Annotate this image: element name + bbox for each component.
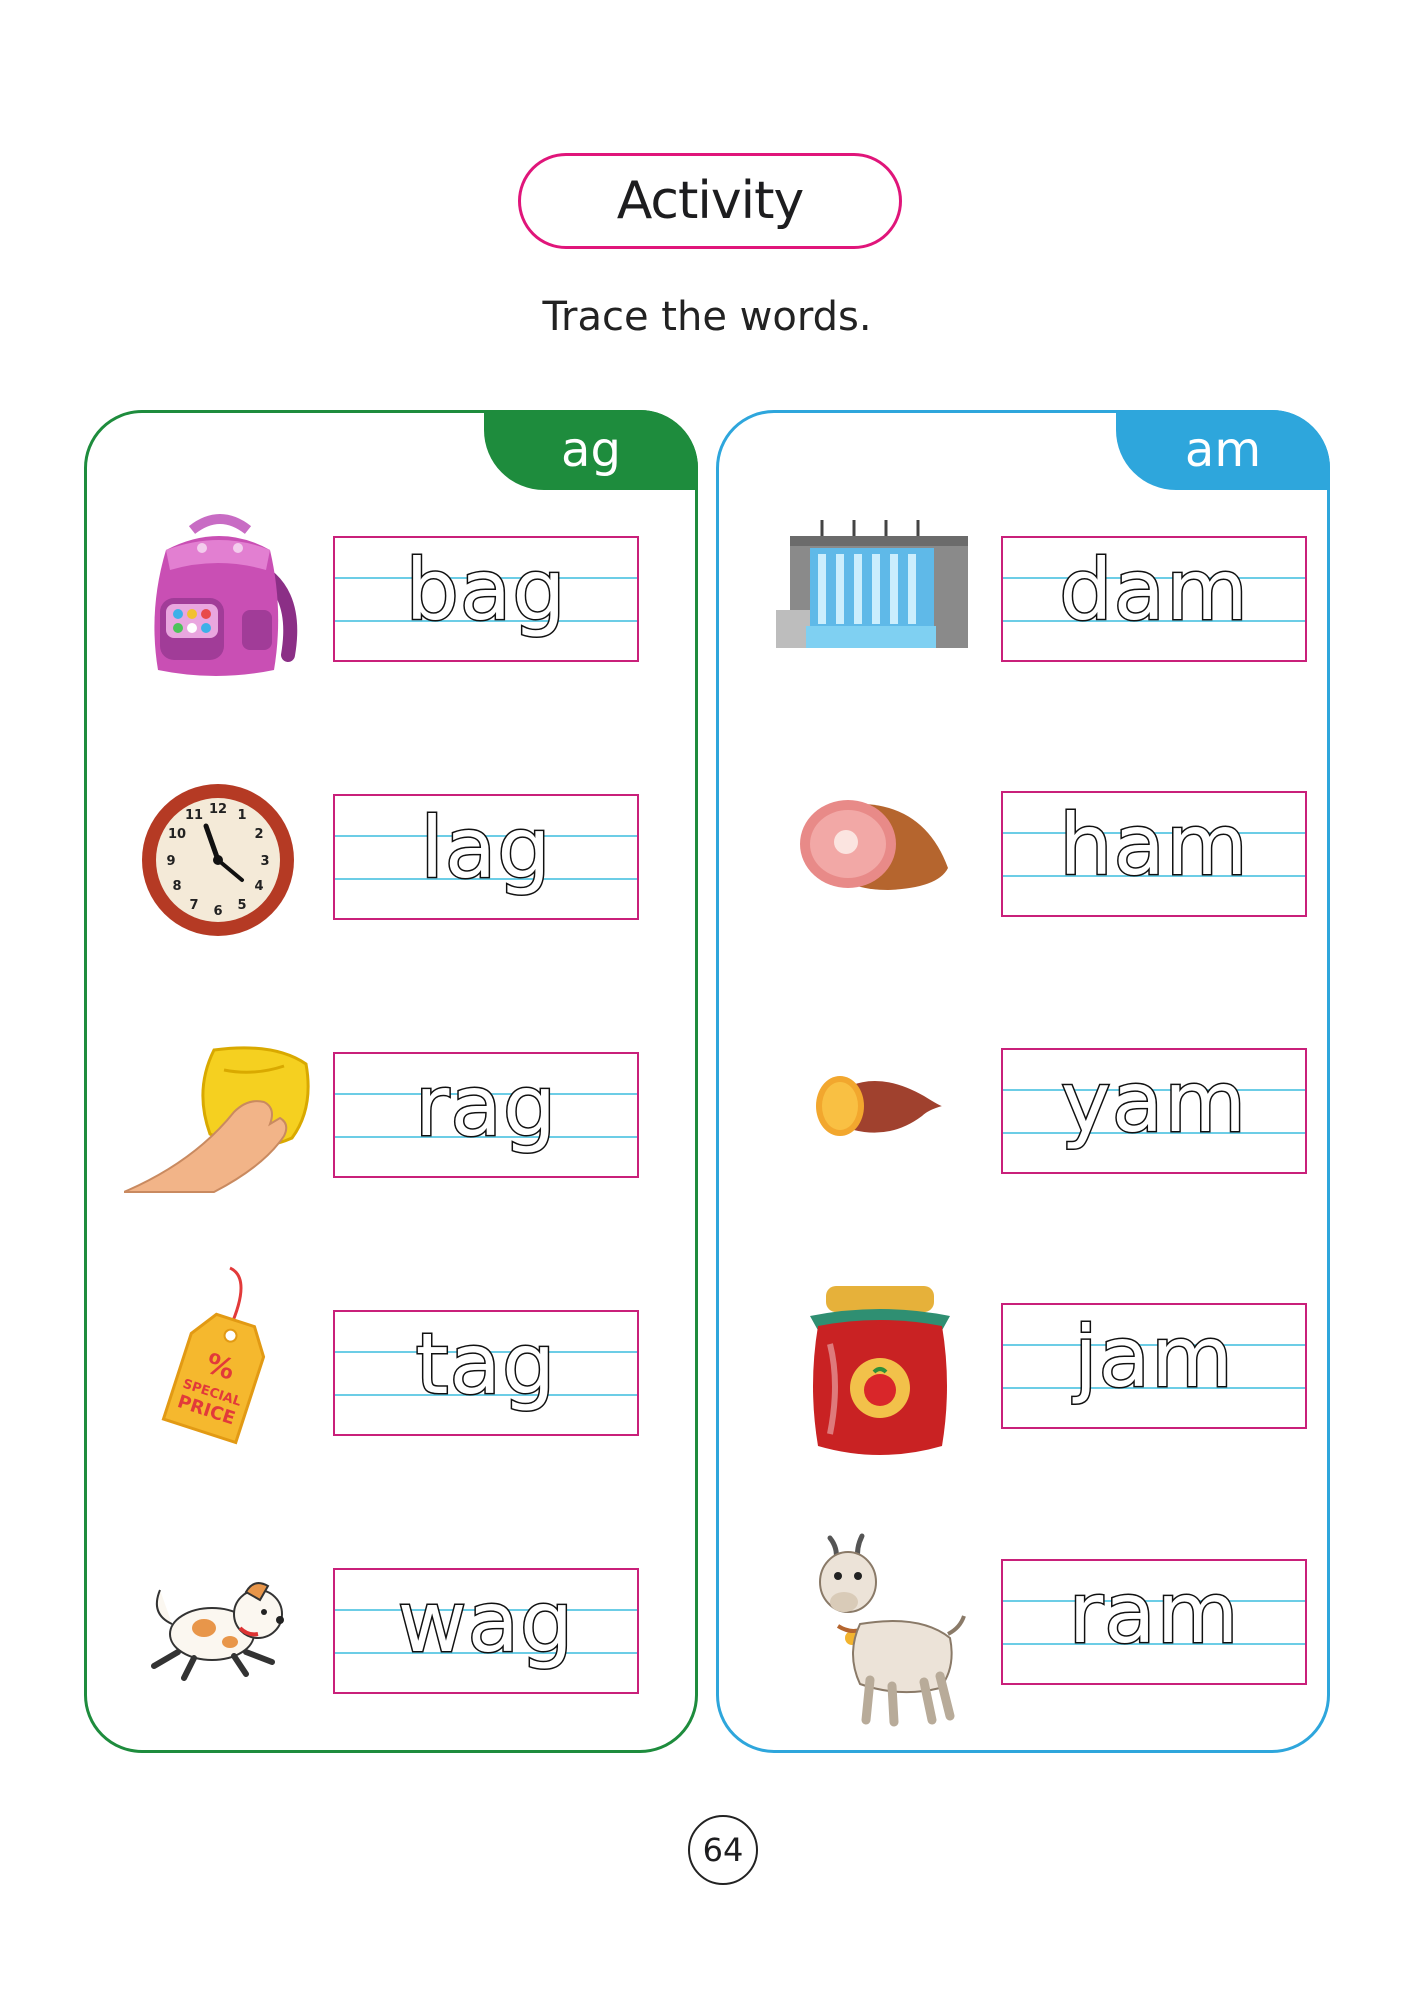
- clock-number: 1: [237, 808, 246, 823]
- trace-word: tag: [414, 1315, 557, 1413]
- am-tab: am: [1116, 410, 1330, 490]
- clock-number: 12: [209, 802, 227, 817]
- trace-box-ram[interactable]: ram: [1001, 1559, 1307, 1685]
- clock-image: 12 1 2 3 4 5 6 7 8 9 10 11: [142, 784, 294, 936]
- trace-box-dam[interactable]: dam: [1001, 536, 1307, 662]
- trace-box-yam[interactable]: yam: [1001, 1048, 1307, 1174]
- clock-number: 3: [260, 854, 269, 869]
- trace-box-wag[interactable]: wag: [333, 1568, 639, 1694]
- trace-word: ram: [1067, 1564, 1240, 1662]
- clock-number: 6: [213, 904, 222, 919]
- instruction-text: Trace the words.: [542, 294, 872, 340]
- page-number: 64: [688, 1815, 758, 1885]
- clock-number: 7: [189, 898, 198, 913]
- cleaning-cloth-image: [124, 1046, 310, 1193]
- activity-title: Activity: [518, 153, 902, 249]
- trace-box-tag[interactable]: tag: [333, 1310, 639, 1436]
- clock-number: 11: [185, 808, 203, 823]
- trace-box-rag[interactable]: rag: [333, 1052, 639, 1178]
- trace-word: wag: [396, 1573, 575, 1671]
- ham-image: [800, 800, 948, 890]
- trace-box-bag[interactable]: bag: [333, 536, 639, 662]
- clock-number: 5: [237, 898, 246, 913]
- trace-word: bag: [404, 541, 567, 639]
- trace-word: yam: [1059, 1053, 1247, 1151]
- clock-number: 2: [254, 827, 263, 842]
- clock-number: 4: [254, 879, 263, 894]
- clock-number: 8: [172, 879, 181, 894]
- goat-image: [819, 1533, 966, 1727]
- trace-box-ham[interactable]: ham: [1001, 791, 1307, 917]
- clock-number: 9: [166, 854, 175, 869]
- jam-jar-image: [810, 1286, 950, 1455]
- ag-tab: ag: [484, 410, 698, 490]
- trace-word: lag: [419, 799, 552, 897]
- trace-word: ham: [1058, 796, 1250, 894]
- clock-number: 10: [168, 827, 186, 842]
- trace-word: rag: [413, 1057, 558, 1155]
- price-tag-image: % SPECIAL PRICE: [161, 1266, 266, 1445]
- trace-box-lag[interactable]: lag: [333, 794, 639, 920]
- trace-word: dam: [1058, 541, 1250, 639]
- backpack-image: [154, 514, 298, 676]
- yam-image: [816, 1076, 942, 1136]
- dam-image: [776, 520, 968, 648]
- running-dog-image: [151, 1582, 284, 1681]
- trace-word: jam: [1073, 1308, 1235, 1406]
- trace-box-jam[interactable]: jam: [1001, 1303, 1307, 1429]
